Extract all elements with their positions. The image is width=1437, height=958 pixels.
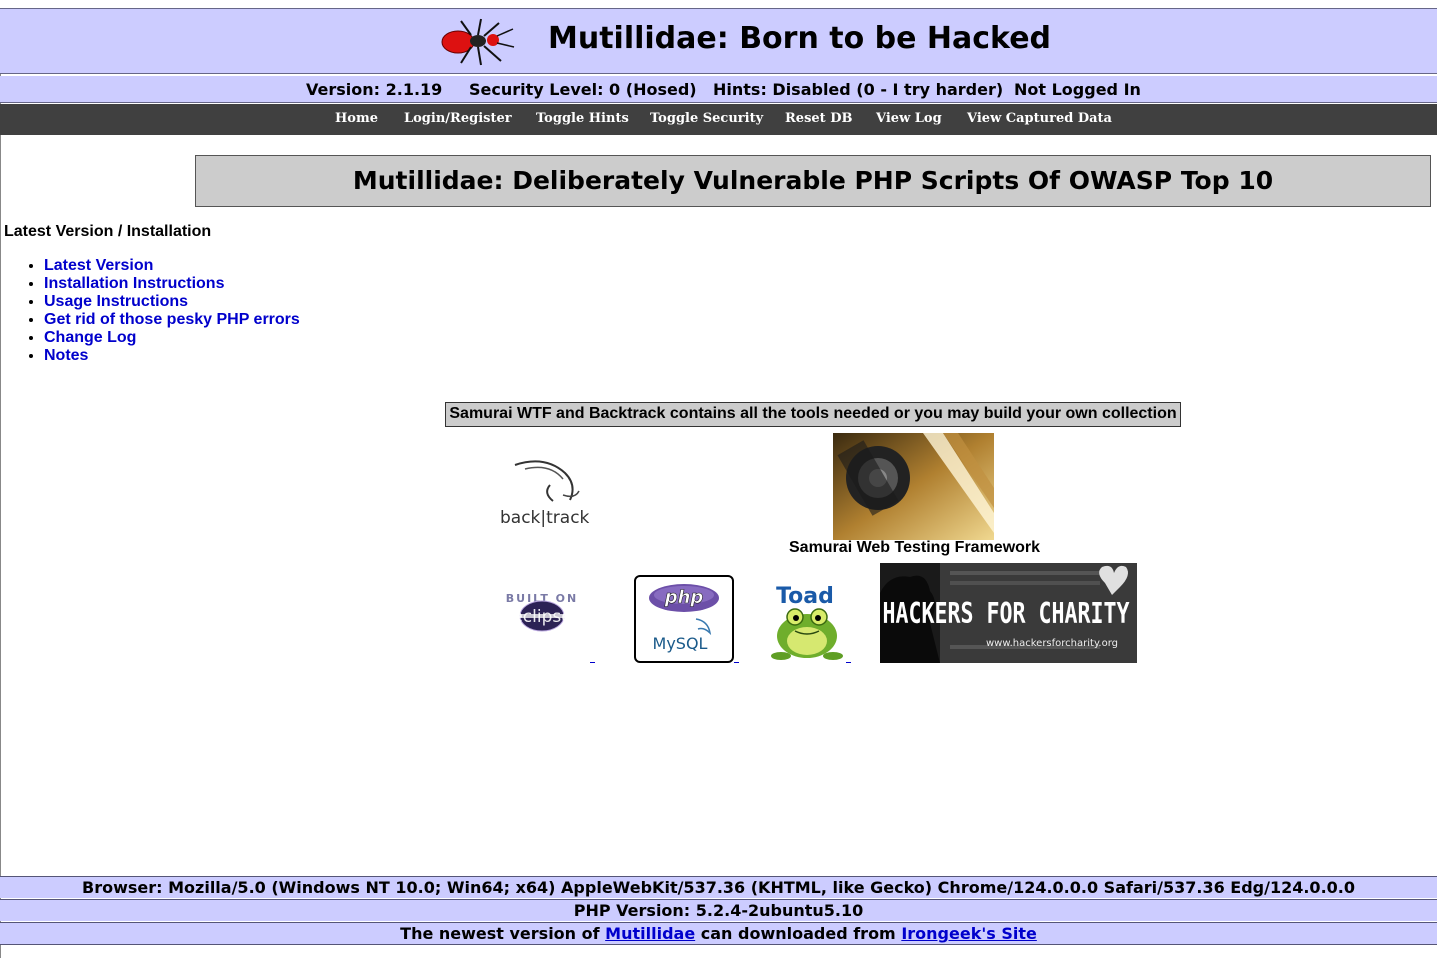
page-title: Mutillidae: Deliberately Vulnerable PHP …	[352, 166, 1274, 195]
nav-home[interactable]: Home	[335, 111, 378, 126]
page: Mutillidae: Born to be Hacked Version: 2…	[0, 0, 1437, 958]
footer-php-row: PHP Version: 5.2.4-2ubuntu5.10	[0, 899, 1437, 921]
backtrack-text: back|track	[500, 508, 590, 528]
eclipse-logo-icon: BUILT ON eclipse	[503, 592, 581, 632]
list-item: Notes	[44, 347, 300, 365]
link-latest-version[interactable]: Latest Version	[44, 257, 153, 274]
footer-irongeek-link[interactable]: Irongeek's Site	[901, 924, 1037, 943]
nav-bar: Home Login/Register Toggle Hints Toggle …	[0, 104, 1437, 135]
hints-label: Hints: Disabled (0 - I try harder)	[713, 80, 1004, 99]
backtrack-logo-link[interactable]: back|track	[495, 455, 595, 530]
toad-frog-icon: Toad	[771, 584, 843, 660]
link-usage-instructions[interactable]: Usage Instructions	[44, 293, 188, 310]
eclipse-logo-link[interactable]: BUILT ON eclipse	[495, 585, 590, 663]
toad-text: Toad	[776, 584, 834, 609]
nav-toggle-security[interactable]: Toggle Security	[650, 111, 763, 126]
install-links-list: Latest Version Installation Instructions…	[26, 257, 300, 365]
footer-mutillidae-link[interactable]: Mutillidae	[605, 924, 695, 943]
link-installation-instructions[interactable]: Installation Instructions	[44, 275, 224, 292]
ant-logo-icon	[441, 18, 515, 66]
php-mysql-logo-icon: php MySQL	[634, 575, 734, 663]
footer-newest-prefix: The newest version of	[400, 924, 600, 943]
list-item: Get rid of those pesky PHP errors	[44, 311, 300, 329]
link-underline	[590, 662, 595, 663]
status-bar: Version: 2.1.19 Security Level: 0 (Hosed…	[0, 76, 1437, 103]
eclipse-word-text: eclipse	[512, 607, 571, 627]
backtrack-dragon-icon: back|track	[500, 460, 590, 528]
footer-download-row: The newest version of Mutillidae can dow…	[0, 922, 1437, 945]
nav-view-log[interactable]: View Log	[876, 111, 942, 126]
version-label: Version: 2.1.19	[306, 80, 443, 99]
link-php-errors[interactable]: Get rid of those pesky PHP errors	[44, 311, 300, 328]
hackers-for-charity-link[interactable]: HACKERS FOR CHARITY www.hackersforcharit…	[880, 563, 1137, 663]
samurai-caption: Samurai Web Testing Framework	[789, 539, 1041, 556]
link-change-log[interactable]: Change Log	[44, 329, 136, 346]
footer-php-version-text: PHP Version: 5.2.4-2ubuntu5.10	[573, 901, 864, 920]
page-title-box: Mutillidae: Deliberately Vulnerable PHP …	[195, 155, 1431, 207]
list-item: Latest Version	[44, 257, 300, 275]
link-underline	[846, 662, 851, 663]
hfc-url-text: www.hackersforcharity.org	[986, 638, 1118, 649]
nav-view-captured-data[interactable]: View Captured Data	[967, 111, 1112, 126]
tools-caption: Samurai WTF and Backtrack contains all t…	[445, 402, 1181, 427]
hackers-for-charity-banner: HACKERS FOR CHARITY www.hackersforcharit…	[880, 563, 1137, 663]
php-mysql-logo-link[interactable]: php MySQL	[634, 575, 734, 663]
toad-logo-link[interactable]: Toad	[765, 581, 850, 663]
section-heading: Latest Version / Installation	[4, 223, 212, 240]
nav-login-register[interactable]: Login/Register	[404, 111, 512, 126]
footer-browser-row: Browser: Mozilla/5.0 (Windows NT 10.0; W…	[0, 876, 1437, 898]
link-underline	[734, 662, 739, 663]
link-notes[interactable]: Notes	[44, 347, 88, 364]
hfc-title-text: HACKERS FOR CHARITY	[883, 597, 1130, 631]
site-header: Mutillidae: Born to be Hacked	[0, 8, 1437, 74]
list-item: Installation Instructions	[44, 275, 300, 293]
list-item: Change Log	[44, 329, 300, 347]
list-item: Usage Instructions	[44, 293, 300, 311]
footer-browser-text: Browser: Mozilla/5.0 (Windows NT 10.0; W…	[82, 878, 1355, 897]
php-text: php	[664, 587, 704, 608]
security-level-label: Security Level: 0 (Hosed)	[469, 80, 697, 99]
mysql-text: MySQL	[653, 634, 708, 653]
nav-reset-db[interactable]: Reset DB	[785, 111, 852, 126]
nav-toggle-hints[interactable]: Toggle Hints	[536, 111, 629, 126]
login-state-label: Not Logged In	[1014, 80, 1141, 99]
samurai-sword-image	[833, 433, 994, 540]
footer-newest-middle: can downloaded from	[700, 924, 896, 943]
samurai-image-link[interactable]	[833, 433, 994, 540]
frame-border	[0, 8, 1, 958]
site-title: Mutillidae: Born to be Hacked	[548, 21, 1052, 56]
